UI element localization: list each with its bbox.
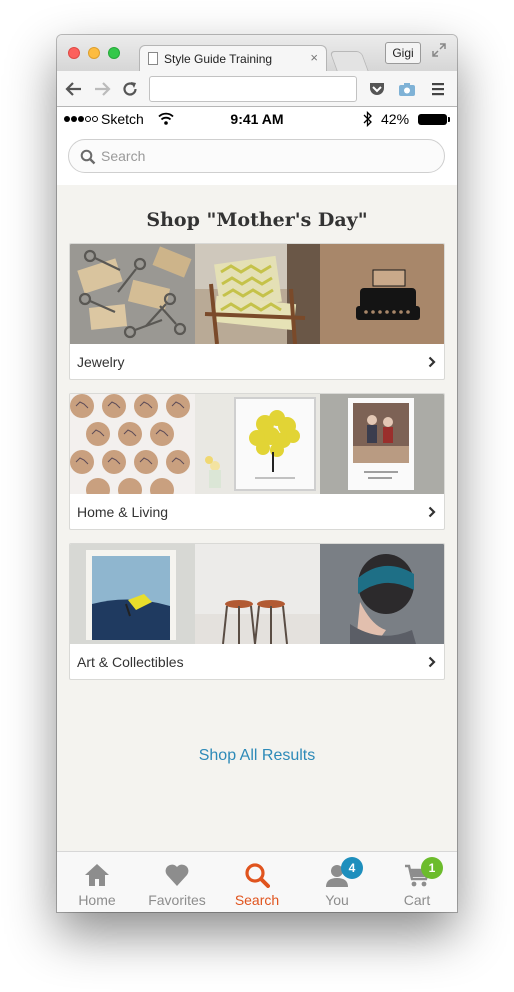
- fingerprint-tree-print-photo: [195, 394, 320, 494]
- category-card-art-collectibles[interactable]: Art & Collectibles: [69, 543, 445, 680]
- tab-home[interactable]: Home: [57, 852, 137, 912]
- page-title: Shop "Mother's Day": [146, 209, 368, 231]
- typewriter-print-photo: [320, 244, 444, 344]
- browser-toolbar: [57, 71, 457, 107]
- tab-label: You: [325, 892, 349, 908]
- zoom-window-button[interactable]: [108, 47, 120, 59]
- tab-label: Cart: [403, 892, 431, 908]
- tab-label: Search: [234, 892, 280, 908]
- battery-percent: 42%: [381, 111, 410, 127]
- couple-photo-print: [320, 394, 444, 494]
- skeleton-keys-photo: [70, 244, 195, 344]
- tab-label: Favorites: [148, 892, 206, 908]
- teal-headband-photo: [320, 544, 444, 644]
- tab-label: Home: [78, 892, 116, 908]
- fullscreen-icon[interactable]: [431, 42, 447, 58]
- tab-favorites[interactable]: Favorites: [137, 852, 217, 912]
- chevron-right-icon: [428, 356, 436, 368]
- profile-button[interactable]: Gigi: [385, 42, 421, 64]
- chevron-right-icon: [428, 506, 436, 518]
- heart-icon: [165, 864, 189, 886]
- ios-status-bar: Sketch 9:41 AM 42%: [57, 107, 457, 131]
- wooden-stools-photo: [195, 544, 320, 644]
- browser-titlebar: Style Guide Training × Gigi: [57, 35, 457, 71]
- main-content: Shop "Mother's Day" Jewelry Home & Livin…: [57, 185, 457, 851]
- back-arrow-icon[interactable]: [65, 80, 83, 98]
- address-bar[interactable]: [149, 76, 357, 102]
- forward-arrow-icon[interactable]: [93, 80, 111, 98]
- close-window-button[interactable]: [68, 47, 80, 59]
- chevron-chair-photo: [195, 244, 320, 344]
- search-icon: [245, 863, 270, 888]
- browser-tab[interactable]: Style Guide Training ×: [139, 45, 327, 71]
- category-card-home-living[interactable]: Home & Living: [69, 393, 445, 530]
- new-tab-button[interactable]: [329, 51, 369, 71]
- abstract-painting-photo: [70, 544, 195, 644]
- search-bar-area: Search: [57, 131, 457, 185]
- category-label: Home & Living: [77, 504, 169, 520]
- search-input[interactable]: Search: [68, 139, 445, 173]
- category-thumbnails: [70, 394, 444, 494]
- heart-stickers-photo: [70, 394, 195, 494]
- page-icon: [148, 52, 158, 65]
- shop-all-results-link[interactable]: Shop All Results: [57, 747, 457, 765]
- minimize-window-button[interactable]: [88, 47, 100, 59]
- tab-cart[interactable]: 1 Cart: [377, 852, 457, 912]
- bluetooth-icon: [363, 111, 372, 127]
- search-icon: [80, 149, 96, 165]
- cart-count-badge: 1: [421, 857, 443, 879]
- category-label: Art & Collectibles: [77, 654, 184, 670]
- camera-icon[interactable]: [398, 80, 416, 98]
- tab-title: Style Guide Training: [164, 52, 273, 66]
- battery-icon: [418, 114, 450, 125]
- notification-badge: 4: [341, 857, 363, 879]
- pocket-icon[interactable]: [368, 80, 386, 98]
- bottom-tab-bar: Home Favorites Search 4 You 1 Cart: [57, 851, 457, 912]
- tab-search[interactable]: Search: [217, 852, 297, 912]
- home-icon: [85, 864, 109, 886]
- tab-close-icon[interactable]: ×: [310, 50, 318, 65]
- reload-icon[interactable]: [121, 80, 139, 98]
- category-card-jewelry[interactable]: Jewelry: [69, 243, 445, 380]
- category-thumbnails: [70, 544, 444, 644]
- search-placeholder: Search: [101, 148, 146, 164]
- category-thumbnails: [70, 244, 444, 344]
- category-label: Jewelry: [77, 354, 125, 370]
- chevron-right-icon: [428, 656, 436, 668]
- browser-window: Style Guide Training × Gigi Sketch 9:41 …: [57, 35, 457, 912]
- tab-you[interactable]: 4 You: [297, 852, 377, 912]
- menu-icon[interactable]: [429, 80, 447, 98]
